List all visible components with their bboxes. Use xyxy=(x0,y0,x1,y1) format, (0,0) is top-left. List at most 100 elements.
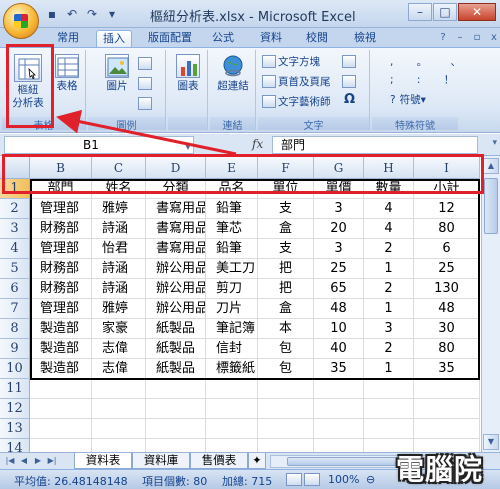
close-icon[interactable]: ✕ xyxy=(458,3,496,21)
table-cell[interactable] xyxy=(258,379,314,399)
picture-button[interactable]: 圖片 xyxy=(102,54,132,93)
row-header-8[interactable]: 8 xyxy=(0,319,30,339)
zoom-level[interactable]: 100% xyxy=(328,473,359,486)
row-header-7[interactable]: 7 xyxy=(0,299,30,319)
scroll-up-icon[interactable]: ▲ xyxy=(483,158,499,174)
table-cell[interactable] xyxy=(258,399,314,419)
doc-close-icon[interactable]: x xyxy=(487,31,500,45)
tab-insert[interactable]: 插入 xyxy=(96,30,132,47)
table-cell[interactable] xyxy=(364,399,414,419)
table-cell[interactable] xyxy=(314,399,364,419)
tab-page-layout[interactable]: 版面配置 xyxy=(140,30,200,47)
table-cell[interactable] xyxy=(364,379,414,399)
name-box[interactable]: B1 ▼ xyxy=(4,136,194,154)
group-text: 文字方塊 頁首及頁尾 文字藝術師 Ω 文字 xyxy=(258,50,370,132)
group-label-charts xyxy=(168,117,207,130)
tab-data[interactable]: 資料 xyxy=(254,30,288,47)
row-header-6[interactable]: 6 xyxy=(0,279,30,299)
row-header-4[interactable]: 4 xyxy=(0,239,30,259)
table-cell[interactable] xyxy=(206,419,258,439)
tab-formulas[interactable]: 公式 xyxy=(206,30,240,47)
table-cell[interactable] xyxy=(414,379,480,399)
doc-restore-icon[interactable]: ▫ xyxy=(470,31,484,45)
chevron-down-icon: ▾ xyxy=(420,94,426,106)
table-cell[interactable] xyxy=(258,419,314,439)
table-cell[interactable] xyxy=(206,379,258,399)
table-cell[interactable] xyxy=(314,379,364,399)
omega-icon[interactable]: Ω xyxy=(344,92,355,108)
signature-line-button[interactable] xyxy=(342,54,358,70)
hyperlink-button[interactable]: 超連結 xyxy=(212,54,254,93)
minimize-icon[interactable]: – xyxy=(408,3,432,21)
expand-formula-icon[interactable]: ▾ xyxy=(492,138,497,148)
undo-icon[interactable]: ↶ xyxy=(64,6,80,22)
table-cell[interactable] xyxy=(146,399,206,419)
help-icon[interactable]: ? xyxy=(436,31,450,45)
shapes-icon xyxy=(138,77,152,90)
sheet-tab-database[interactable]: 資料庫 xyxy=(132,453,190,469)
smartart-button[interactable] xyxy=(138,96,154,112)
punctuation-row-2[interactable]: ; : ！ xyxy=(390,72,464,88)
table-cell[interactable] xyxy=(30,379,92,399)
prev-sheet-icon[interactable]: ◀ xyxy=(18,455,30,467)
row-header-11[interactable]: 11 xyxy=(0,379,30,399)
tab-review[interactable]: 校閱 xyxy=(300,30,334,47)
insert-sheet-icon[interactable]: ✦ xyxy=(248,453,266,469)
tab-home[interactable]: 常用 xyxy=(48,30,88,47)
sheet-tab-price[interactable]: 售價表 xyxy=(190,453,248,469)
vertical-scrollbar[interactable]: ▲ ▼ xyxy=(481,156,500,452)
row-header-3[interactable]: 3 xyxy=(0,219,30,239)
save-icon[interactable]: ▪ xyxy=(44,6,60,22)
last-sheet-icon[interactable]: ▶| xyxy=(46,455,58,467)
name-box-dropdown-icon[interactable]: ▼ xyxy=(185,139,191,155)
table-button[interactable]: 表格 xyxy=(52,54,82,93)
row-header-10[interactable]: 10 xyxy=(0,359,30,379)
table-cell[interactable] xyxy=(206,399,258,419)
table-cell[interactable] xyxy=(92,399,146,419)
zoom-out-icon[interactable]: ⊖ xyxy=(366,473,375,486)
table-cell[interactable] xyxy=(414,419,480,439)
watermark-logo: 電腦院 xyxy=(396,453,484,486)
symbol-button[interactable]: ? 符號▾ xyxy=(390,92,426,108)
wordart-button[interactable]: 文字藝術師 xyxy=(262,94,331,110)
fx-icon[interactable]: fx xyxy=(252,137,263,151)
header-footer-button[interactable]: 頁首及頁尾 xyxy=(262,74,331,90)
table-cell[interactable] xyxy=(414,399,480,419)
row-header-12[interactable]: 12 xyxy=(0,399,30,419)
object-button[interactable] xyxy=(342,74,358,90)
row-header-13[interactable]: 13 xyxy=(0,419,30,439)
row-header-5[interactable]: 5 xyxy=(0,259,30,279)
formula-input[interactable]: 部門 xyxy=(272,136,478,154)
row-header-9[interactable]: 9 xyxy=(0,339,30,359)
table-cell[interactable] xyxy=(30,399,92,419)
table-cell[interactable] xyxy=(92,419,146,439)
next-sheet-icon[interactable]: ▶ xyxy=(32,455,44,467)
textbox-button[interactable]: 文字方塊 xyxy=(262,54,320,70)
sheet-tab-data[interactable]: 資料表 xyxy=(74,453,132,469)
scroll-down-icon[interactable]: ▼ xyxy=(483,434,499,450)
table-cell[interactable] xyxy=(146,419,206,439)
table-cell[interactable] xyxy=(314,419,364,439)
table-cell[interactable] xyxy=(30,419,92,439)
vertical-scroll-thumb[interactable] xyxy=(484,178,498,234)
customize-qat-icon[interactable]: ▾ xyxy=(104,6,120,22)
table-cell[interactable] xyxy=(364,419,414,439)
ribbon-tabs: 常用 插入 版面配置 公式 資料 校閱 檢視 ? – ▫ x xyxy=(0,28,500,47)
first-sheet-icon[interactable]: |◀ xyxy=(4,455,16,467)
tab-view[interactable]: 檢視 xyxy=(348,30,382,47)
table-cell[interactable] xyxy=(146,379,206,399)
maximize-icon[interactable]: □ xyxy=(433,3,457,21)
table-cell[interactable] xyxy=(92,379,146,399)
doc-minimize-icon[interactable]: – xyxy=(453,31,467,45)
office-button[interactable] xyxy=(3,3,39,39)
redo-icon[interactable]: ↷ xyxy=(84,6,100,22)
normal-view-icon[interactable] xyxy=(286,473,302,486)
header-footer-icon xyxy=(262,75,276,88)
punctuation-row-1[interactable]: , 。 、 xyxy=(390,54,471,70)
row-header-2[interactable]: 2 xyxy=(0,199,30,219)
clipart-icon xyxy=(138,57,152,70)
shapes-button[interactable] xyxy=(138,76,154,92)
clipart-button[interactable] xyxy=(138,56,154,72)
chart-button[interactable]: 圖表 xyxy=(172,54,204,93)
page-layout-view-icon[interactable] xyxy=(304,473,320,486)
